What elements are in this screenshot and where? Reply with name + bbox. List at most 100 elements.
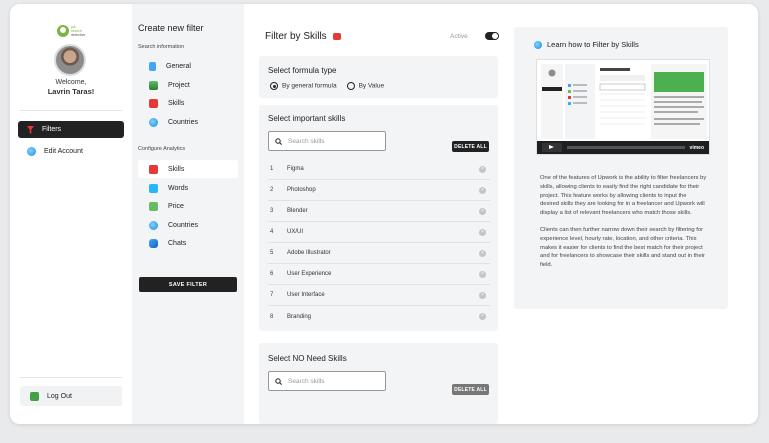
briefcase-icon (332, 33, 341, 40)
remove-icon[interactable]: × (479, 186, 486, 194)
search-icon (275, 137, 282, 145)
skill-name: Adobe Illustrator (287, 250, 331, 256)
important-skills-title: Select important skills (268, 114, 346, 123)
menu-item-price[interactable]: Price (138, 197, 238, 215)
learn-card: Learn how to Filter by Skills vimeo One … (514, 27, 728, 309)
menu-item-label: Chats (168, 239, 187, 247)
skill-row: 7 User Interface × (268, 285, 490, 306)
menu-item-skills[interactable]: Skills (138, 94, 238, 112)
video-progress[interactable] (567, 146, 685, 149)
search-input[interactable] (288, 137, 378, 145)
formula-title: Select formula type (268, 66, 337, 75)
play-icon[interactable] (542, 143, 562, 152)
no-need-skills-title: Select NO Need Skills (268, 354, 347, 363)
menu-item-project[interactable]: Project (138, 76, 238, 94)
sidebar: job search detective Welcome, Lavrin Tar… (10, 4, 132, 424)
video-controls: vimeo (537, 141, 709, 154)
document-icon (149, 61, 156, 71)
menu-item-countries[interactable]: Countries (138, 113, 238, 131)
skill-name: Figma (287, 166, 304, 172)
chats-icon (149, 238, 158, 248)
skill-name: Photoshop (287, 187, 316, 193)
active-label: Active (450, 33, 468, 40)
stack-icon (149, 80, 158, 90)
remove-icon[interactable]: × (479, 207, 486, 215)
skills-search[interactable] (268, 131, 386, 151)
formula-options: By general formula By Value (270, 82, 384, 90)
app-window: job search detective Welcome, Lavrin Tar… (10, 4, 758, 424)
divider (20, 110, 122, 111)
page-title: Filter by Skills (265, 31, 341, 42)
menu-item-general[interactable]: General (138, 57, 238, 75)
radio-label: By general formula (282, 82, 337, 90)
globe-icon (149, 117, 158, 127)
filter-icon (27, 125, 34, 134)
logout-button[interactable]: Log Out (20, 386, 122, 406)
skill-number: 7 (270, 292, 274, 298)
nav-item-filters[interactable]: Filters (18, 121, 124, 138)
skill-name: User Experience (287, 271, 332, 277)
menu-item-analytics-skills[interactable]: Skills (138, 160, 238, 178)
logo-icon: job search detective (57, 25, 85, 37)
svg-text:detective: detective (71, 33, 85, 37)
filter-menu: Create new filter Search information Gen… (132, 4, 244, 424)
menu-item-analytics-countries[interactable]: Countries (138, 216, 238, 234)
menu-item-label: Project (168, 81, 190, 89)
radio-by-value[interactable]: By Value (346, 82, 384, 90)
menu-title: Create new filter (138, 23, 204, 33)
important-skills-card: Select important skills DELETE ALL 1 Figm… (259, 105, 498, 331)
remove-icon[interactable]: × (479, 270, 486, 278)
skill-row: 4 UX/UI × (268, 222, 490, 243)
menu-item-label: Skills (168, 99, 185, 107)
menu-item-words[interactable]: Words (138, 179, 238, 197)
globe-icon (27, 147, 36, 156)
briefcase-icon (149, 98, 158, 108)
main-panel: Filter by Skills Active Select formula t… (244, 4, 758, 424)
welcome-label: Welcome, (55, 79, 87, 86)
divider (20, 377, 122, 378)
welcome-text: Welcome, Lavrin Taras! (10, 78, 132, 96)
video-player[interactable]: vimeo (536, 59, 710, 155)
remove-icon[interactable]: × (479, 228, 486, 236)
remove-icon[interactable]: × (479, 165, 486, 173)
menu-item-label: Words (168, 184, 189, 192)
menu-item-chats[interactable]: Chats (138, 234, 238, 252)
skill-row: 2 Photoshop × (268, 180, 490, 201)
page-title-text: Filter by Skills (265, 31, 327, 42)
search-input[interactable] (288, 377, 378, 385)
skill-name: User Interface (287, 292, 325, 298)
menu-item-label: Price (168, 202, 184, 210)
learn-title: Learn how to Filter by Skills (534, 40, 639, 49)
learn-description: One of the features of Upwork is the abi… (540, 174, 707, 278)
skill-row: 1 Figma × (268, 159, 490, 180)
remove-icon[interactable]: × (479, 291, 486, 299)
menu-item-label: Countries (168, 118, 198, 126)
learn-paragraph: One of the features of Upwork is the abi… (540, 175, 707, 217)
section-label: Search information (138, 44, 185, 50)
skill-row: 6 User Experience × (268, 264, 490, 285)
remove-icon[interactable]: × (479, 249, 486, 257)
no-need-search[interactable] (268, 371, 386, 391)
vimeo-logo: vimeo (689, 144, 704, 151)
radio-general-formula[interactable]: By general formula (270, 82, 337, 90)
nav-label: Filters (42, 126, 62, 133)
skill-number: 1 (270, 166, 274, 172)
delete-all-button[interactable]: DELETE ALL (452, 141, 489, 152)
formula-card: Select formula type By general formula B… (259, 56, 498, 98)
nav-label: Edit Account (44, 148, 83, 155)
nav-item-edit-account[interactable]: Edit Account (18, 143, 124, 160)
remove-icon[interactable]: × (479, 313, 486, 320)
skill-name: Branding (287, 313, 312, 320)
skill-number: 3 (270, 208, 274, 214)
active-toggle[interactable] (485, 32, 499, 40)
no-need-skills-card: Select NO Need Skills DELETE ALL (259, 343, 498, 424)
skill-number: 5 (270, 250, 274, 256)
avatar[interactable] (54, 44, 86, 76)
radio-icon (346, 82, 355, 90)
user-name: Lavrin Taras! (47, 87, 95, 96)
money-icon (149, 201, 158, 211)
save-filter-button[interactable]: SAVE FILTER (139, 277, 237, 292)
delete-all-button[interactable]: DELETE ALL (452, 384, 489, 395)
skill-number: 2 (270, 187, 274, 193)
menu-item-label: Countries (168, 221, 198, 229)
